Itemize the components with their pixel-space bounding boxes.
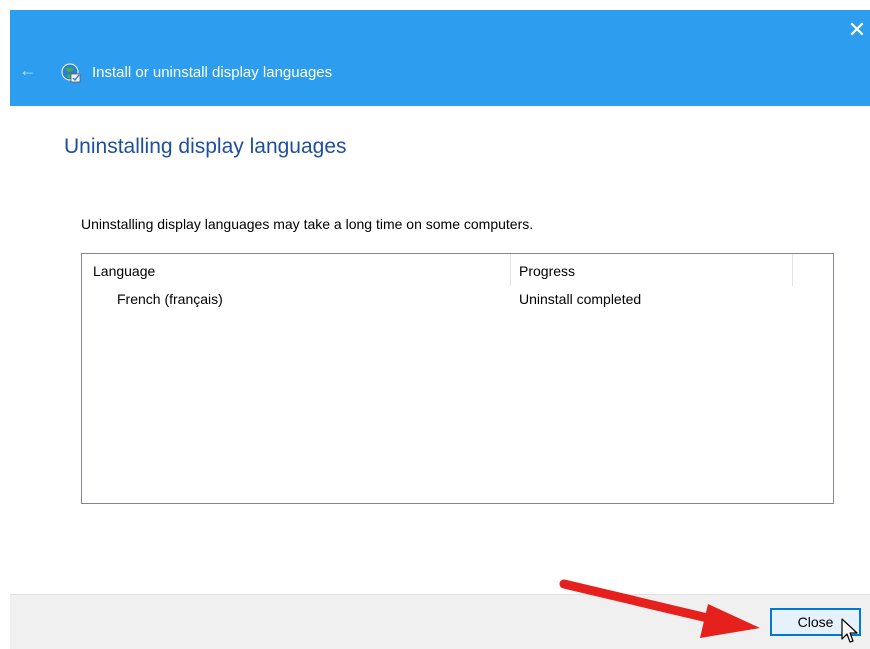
language-list[interactable]: Language Progress French (français) Unin… [81, 253, 834, 504]
column-divider[interactable] [792, 254, 793, 286]
language-cell: French (français) [117, 291, 223, 307]
window-title: Install or uninstall display languages [92, 64, 333, 81]
title-bar: ✕ ← Install or uninstall display languag… [10, 10, 870, 106]
dialog-window: ✕ ← Install or uninstall display languag… [10, 10, 870, 649]
page-heading: Uninstalling display languages [64, 135, 347, 158]
column-header-progress[interactable]: Progress [519, 262, 575, 280]
progress-cell: Uninstall completed [519, 291, 642, 307]
close-button[interactable]: Close [770, 608, 861, 636]
column-divider[interactable] [510, 254, 511, 286]
close-window-icon[interactable]: ✕ [844, 16, 870, 44]
column-header-language[interactable]: Language [93, 262, 155, 280]
list-header: Language Progress [82, 254, 833, 286]
back-arrow-icon[interactable]: ← [16, 58, 40, 82]
globe-language-icon [61, 63, 81, 83]
list-item[interactable]: French (français) Uninstall completed [82, 286, 833, 312]
description-text: Uninstalling display languages may take … [81, 216, 534, 232]
footer-bar: Close [10, 594, 870, 649]
